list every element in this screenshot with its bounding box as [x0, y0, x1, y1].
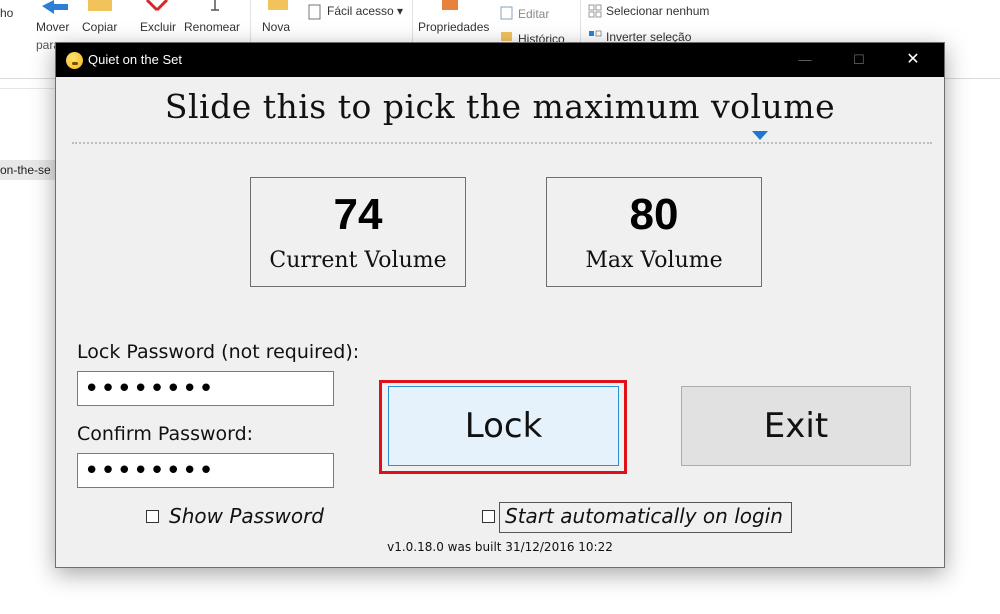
start-automatically-checkbox[interactable]	[482, 510, 495, 523]
ribbon-easy-access-button[interactable]: Fácil acesso ▾	[327, 4, 403, 18]
move-icon	[42, 0, 68, 14]
quiet-on-the-set-window: Quiet on the Set — ☐ ✕ Slide this to pic…	[55, 42, 945, 568]
copy-icon	[88, 0, 112, 11]
ribbon-select-none-button[interactable]: Selecionar nenhum	[606, 4, 709, 18]
current-volume-box: 74 Current Volume	[250, 177, 466, 287]
explorer-divider	[0, 88, 60, 89]
lock-button[interactable]: Lock	[388, 386, 619, 466]
properties-icon	[442, 0, 458, 10]
max-volume-label: Max Volume	[585, 248, 723, 273]
volume-slider-track[interactable]	[72, 142, 932, 144]
max-volume-box: 80 Max Volume	[546, 177, 762, 287]
invert-selection-icon	[589, 30, 602, 37]
delete-icon	[145, 0, 169, 12]
confirm-password-input[interactable]	[77, 453, 334, 488]
lock-password-input[interactable]	[77, 371, 334, 406]
exit-button[interactable]: Exit	[681, 386, 911, 466]
history-icon	[501, 32, 512, 41]
ribbon-truncated-label: ho	[0, 6, 14, 20]
ribbon-new-button[interactable]: Nova	[262, 20, 290, 34]
current-volume-value: 74	[333, 190, 383, 239]
rename-icon	[211, 0, 219, 11]
app-icon	[66, 52, 83, 69]
minimize-button[interactable]: —	[782, 43, 828, 77]
maximize-button[interactable]: ☐	[836, 43, 882, 77]
version-text: v1.0.18.0 was built 31/12/2016 10:22	[387, 540, 613, 554]
ribbon-copy-button[interactable]: Copiar	[82, 20, 117, 34]
close-button[interactable]: ✕	[890, 43, 936, 77]
ribbon-rename-button[interactable]: Renomear	[184, 20, 240, 34]
select-none-icon	[588, 4, 602, 18]
current-volume-label: Current Volume	[269, 248, 447, 273]
ribbon-edit-button[interactable]: Editar	[518, 7, 549, 21]
start-automatically-label[interactable]: Start automatically on login	[505, 504, 783, 528]
edit-icon	[500, 6, 513, 20]
explorer-nav-item[interactable]: on-the-se	[0, 160, 58, 180]
show-password-checkbox[interactable]	[146, 510, 159, 523]
window-title: Quiet on the Set	[88, 52, 182, 67]
max-volume-value: 80	[629, 190, 679, 239]
confirm-password-label: Confirm Password:	[77, 423, 254, 445]
page-title: Slide this to pick the maximum volume	[164, 87, 836, 126]
ribbon-move-button[interactable]: Mover	[36, 20, 69, 34]
title-bar[interactable]: Quiet on the Set — ☐ ✕	[56, 43, 944, 77]
new-folder-icon	[268, 0, 288, 10]
show-password-label[interactable]: Show Password	[169, 504, 324, 528]
volume-slider-thumb[interactable]	[752, 131, 768, 140]
lock-password-label: Lock Password (not required):	[77, 341, 360, 363]
easy-access-icon	[308, 4, 321, 20]
ribbon-delete-button[interactable]: Excluir	[140, 20, 176, 34]
ribbon-properties-button[interactable]: Propriedades	[418, 20, 489, 34]
